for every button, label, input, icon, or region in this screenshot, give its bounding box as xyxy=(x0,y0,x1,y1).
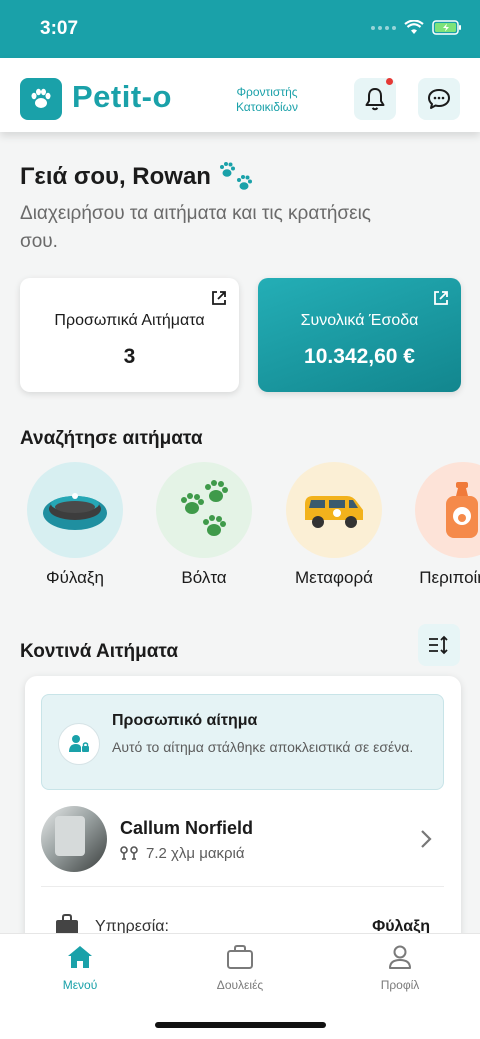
total-income-value: 10.342,60 € xyxy=(304,345,415,368)
requester-name: Callum Norfield xyxy=(120,818,254,838)
external-link-icon xyxy=(212,291,226,305)
signal-icon xyxy=(371,25,396,30)
paw-prints-icon xyxy=(156,462,252,558)
personal-requests-card[interactable]: Προσωπικά Αιτήματα 3 xyxy=(20,278,239,392)
request-card[interactable]: Προσωπικό αίτημα Αυτό το αίτημα στάλθηκε… xyxy=(25,676,461,966)
category-transport[interactable]: Μεταφορά xyxy=(279,462,389,588)
pet-bed-icon xyxy=(27,462,123,558)
status-bar: 3:07 xyxy=(0,0,480,58)
sort-icon xyxy=(429,635,448,655)
notifications-button[interactable] xyxy=(354,78,396,120)
avatar xyxy=(41,806,107,872)
greeting-subtitle: Διαχειρήσου τα αιτήματα και τις κρατήσει… xyxy=(20,203,371,252)
briefcase-icon xyxy=(227,945,253,969)
shampoo-bottle-icon xyxy=(415,462,480,558)
battery-icon xyxy=(432,20,461,35)
category-grooming[interactable]: Περιποίηση xyxy=(408,462,480,588)
category-label: Μεταφορά xyxy=(294,568,374,587)
category-walk[interactable]: Βόλτα xyxy=(149,462,259,588)
van-icon xyxy=(286,462,382,558)
app-header: Petit-o Φροντιστής Κατοικιδίων xyxy=(0,58,480,132)
status-time: 3:07 xyxy=(40,18,79,39)
category-carousel[interactable]: Φύλαξη Βόλτα Μεταφορά Περιποί xyxy=(0,462,480,592)
chat-button[interactable] xyxy=(418,78,460,120)
tab-label: Δουλειές xyxy=(216,978,264,992)
personal-requests-label: Προσωπικά Αιτήματα xyxy=(54,312,205,329)
brand-name: Petit-o xyxy=(72,79,172,114)
notification-dot xyxy=(386,78,393,85)
divider xyxy=(41,886,444,887)
personal-request-badge: Προσωπικό αίτημα Αυτό το αίτημα στάλθηκε… xyxy=(41,694,444,790)
category-label: Βόλτα xyxy=(181,568,227,587)
total-income-card[interactable]: Συνολικά Έσοδα 10.342,60 € xyxy=(258,278,461,392)
tab-jobs[interactable]: Δουλειές xyxy=(180,944,300,992)
home-icon xyxy=(68,946,92,968)
category-boarding[interactable]: Φύλαξη xyxy=(20,462,130,588)
chevron-right-icon[interactable] xyxy=(419,828,433,850)
bell-icon xyxy=(365,88,385,111)
distance-text: 7.2 χλμ μακριά xyxy=(146,845,245,862)
distance-row: 7.2 χλμ μακριά xyxy=(120,845,245,862)
route-icon xyxy=(120,845,138,860)
home-indicator xyxy=(155,1022,326,1028)
personal-requests-value: 3 xyxy=(123,345,136,368)
external-link-icon xyxy=(434,291,448,305)
greeting-text: Γειά σου, Rowan xyxy=(20,163,211,190)
tab-label: Προφίλ xyxy=(380,978,420,992)
status-icons xyxy=(371,20,462,35)
personal-request-text: Αυτό το αίτημα στάλθηκε αποκλειστικά σε … xyxy=(112,739,414,755)
total-income-label: Συνολικά Έσοδα xyxy=(300,312,419,329)
category-label: Φύλαξη xyxy=(46,568,104,587)
tab-profile[interactable]: Προφίλ xyxy=(340,944,460,992)
search-section-title: Αναζήτησε αιτήματα xyxy=(20,428,203,449)
wifi-icon xyxy=(404,20,424,34)
category-label: Περιποίηση xyxy=(419,568,480,587)
tab-menu[interactable]: Μενού xyxy=(20,944,140,992)
nearby-section-title: Κοντινά Αιτήματα xyxy=(20,641,179,662)
sort-button[interactable] xyxy=(418,624,460,666)
chat-bubble-icon xyxy=(428,89,450,109)
paw-logo-icon xyxy=(20,78,62,120)
paw-prints-icon xyxy=(219,162,252,190)
greeting-title: Γειά σου, Rowan xyxy=(20,160,255,194)
user-icon xyxy=(389,945,411,969)
brand-tagline: Φροντιστής Κατοικιδίων xyxy=(235,85,299,114)
user-lock-icon xyxy=(58,723,100,765)
tab-label: Μενού xyxy=(62,978,98,992)
personal-request-title: Προσωπικό αίτημα xyxy=(112,712,258,729)
